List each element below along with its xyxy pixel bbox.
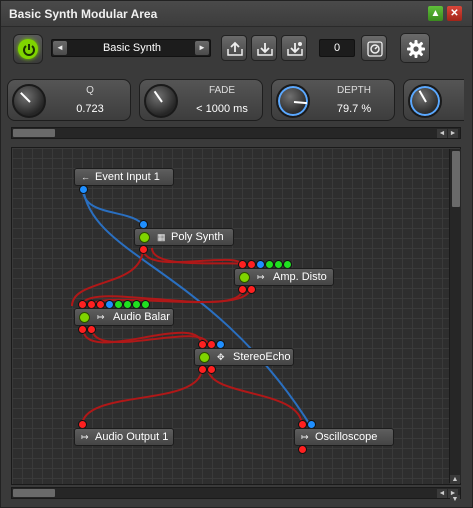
param-depth[interactable]: DEPTH 79.7 %	[271, 79, 395, 121]
node-amp-disto[interactable]: ↦ Amp. Disto	[234, 268, 334, 286]
parameter-row: Q 0.723 FADE < 1000 ms DEPTH 79.7 %	[7, 79, 464, 123]
title-bar[interactable]: Basic Synth Modular Area ▲ ✕	[1, 1, 472, 27]
prev-preset-button[interactable]: ◄	[53, 41, 67, 55]
node-stereo-echo[interactable]: ✥ StereoEcho	[194, 348, 294, 366]
modular-area-window: Basic Synth Modular Area ▲ ✕ ◄ Basic Syn…	[0, 0, 473, 508]
settings-button[interactable]	[400, 33, 430, 63]
param-horizontal-scrollbar[interactable]: ◄ ►	[11, 127, 461, 139]
window-title: Basic Synth Modular Area	[9, 7, 158, 21]
depth-knob[interactable]	[276, 84, 310, 118]
close-button[interactable]: ✕	[447, 6, 462, 21]
audio-icon: ↦	[97, 312, 105, 322]
move-icon: ✥	[217, 352, 225, 362]
gear-icon	[407, 40, 425, 58]
node-poly-synth[interactable]: ▦ Poly Synth	[134, 228, 234, 246]
param-fade[interactable]: FADE < 1000 ms	[139, 79, 263, 121]
scroll-left-button[interactable]: ◄	[437, 129, 447, 138]
save-as-preset-button[interactable]	[281, 35, 307, 61]
param-q[interactable]: Q 0.723	[7, 79, 131, 121]
audio-icon: ↦	[301, 432, 309, 442]
canvas-vertical-scrollbar[interactable]	[449, 149, 461, 483]
reset-button[interactable]	[361, 35, 387, 61]
node-label: Event Input 1	[95, 171, 160, 183]
download-icon	[257, 43, 273, 56]
output-port-audio-l[interactable]	[238, 285, 247, 294]
output-port-audio-l[interactable]	[198, 365, 207, 374]
arrow-in-icon: ←	[81, 172, 90, 182]
upload-icon	[227, 41, 243, 56]
reset-icon	[367, 41, 383, 57]
param-label: DEPTH	[337, 85, 371, 96]
preset-selector[interactable]: ◄ Basic Synth ►	[51, 39, 211, 57]
node-label: Poly Synth	[171, 231, 224, 243]
node-label: Amp. Disto	[273, 271, 327, 283]
node-power-icon[interactable]	[199, 352, 210, 363]
param-value: < 1000 ms	[196, 103, 248, 115]
output-port-audio-l[interactable]	[78, 325, 87, 334]
next-preset-button[interactable]: ►	[195, 41, 209, 55]
audio-icon: ↦	[257, 272, 265, 282]
node-label: Oscilloscope	[315, 431, 378, 443]
node-event-input[interactable]: ← Event Input 1	[74, 168, 174, 186]
toolbar: ◄ Basic Synth ► 0	[7, 31, 466, 67]
scroll-right-button[interactable]: ►	[448, 129, 458, 138]
load-preset-button[interactable]	[221, 35, 247, 61]
scroll-thumb[interactable]	[452, 151, 460, 207]
scroll-up-button[interactable]: ▲	[450, 475, 460, 484]
power-icon	[23, 44, 35, 56]
node-power-icon[interactable]	[239, 272, 250, 283]
node-power-icon[interactable]	[79, 312, 90, 323]
modular-canvas[interactable]: ← Event Input 1 ▦ Poly Synth ↦ Amp. Dist…	[11, 147, 461, 485]
node-label: StereoEcho	[233, 351, 291, 363]
param-label: Q	[86, 85, 94, 96]
output-port-audio-r[interactable]	[87, 325, 96, 334]
audio-icon: ↦	[81, 432, 89, 442]
save-as-icon	[287, 42, 303, 56]
scroll-left-button[interactable]: ◄	[437, 489, 447, 498]
partial-knob[interactable]	[408, 84, 442, 118]
canvas-horizontal-scrollbar[interactable]: ◄ ►	[11, 487, 461, 499]
node-power-icon[interactable]	[139, 232, 150, 243]
output-port-audio[interactable]	[298, 445, 307, 454]
synth-icon: ▦	[157, 232, 166, 242]
power-button[interactable]	[13, 34, 43, 64]
output-port-audio-r[interactable]	[207, 365, 216, 374]
scroll-down-button[interactable]: ▼	[450, 495, 460, 504]
preset-name: Basic Synth	[102, 42, 162, 54]
param-partial[interactable]	[403, 79, 464, 121]
scroll-thumb[interactable]	[13, 129, 55, 137]
output-port-event[interactable]	[79, 185, 88, 194]
output-port-audio-r[interactable]	[247, 285, 256, 294]
param-value: 0.723	[76, 103, 104, 115]
fade-knob[interactable]	[144, 84, 178, 118]
node-label: Audio Output 1	[95, 431, 169, 443]
param-value: 79.7 %	[336, 103, 372, 115]
collapse-button[interactable]: ▲	[428, 6, 443, 21]
node-oscilloscope[interactable]: ↦ Oscilloscope	[294, 428, 394, 446]
node-audio-output[interactable]: ↦ Audio Output 1	[74, 428, 174, 446]
param-label: FADE	[208, 85, 236, 96]
q-knob[interactable]	[12, 84, 46, 118]
node-label: Audio Balar	[113, 311, 170, 323]
preset-counter[interactable]: 0	[319, 39, 355, 57]
scroll-thumb[interactable]	[13, 489, 55, 497]
node-audio-balance[interactable]: ↦ Audio Balar	[74, 308, 174, 326]
save-preset-button[interactable]	[251, 35, 277, 61]
output-port-audio[interactable]	[139, 245, 148, 254]
